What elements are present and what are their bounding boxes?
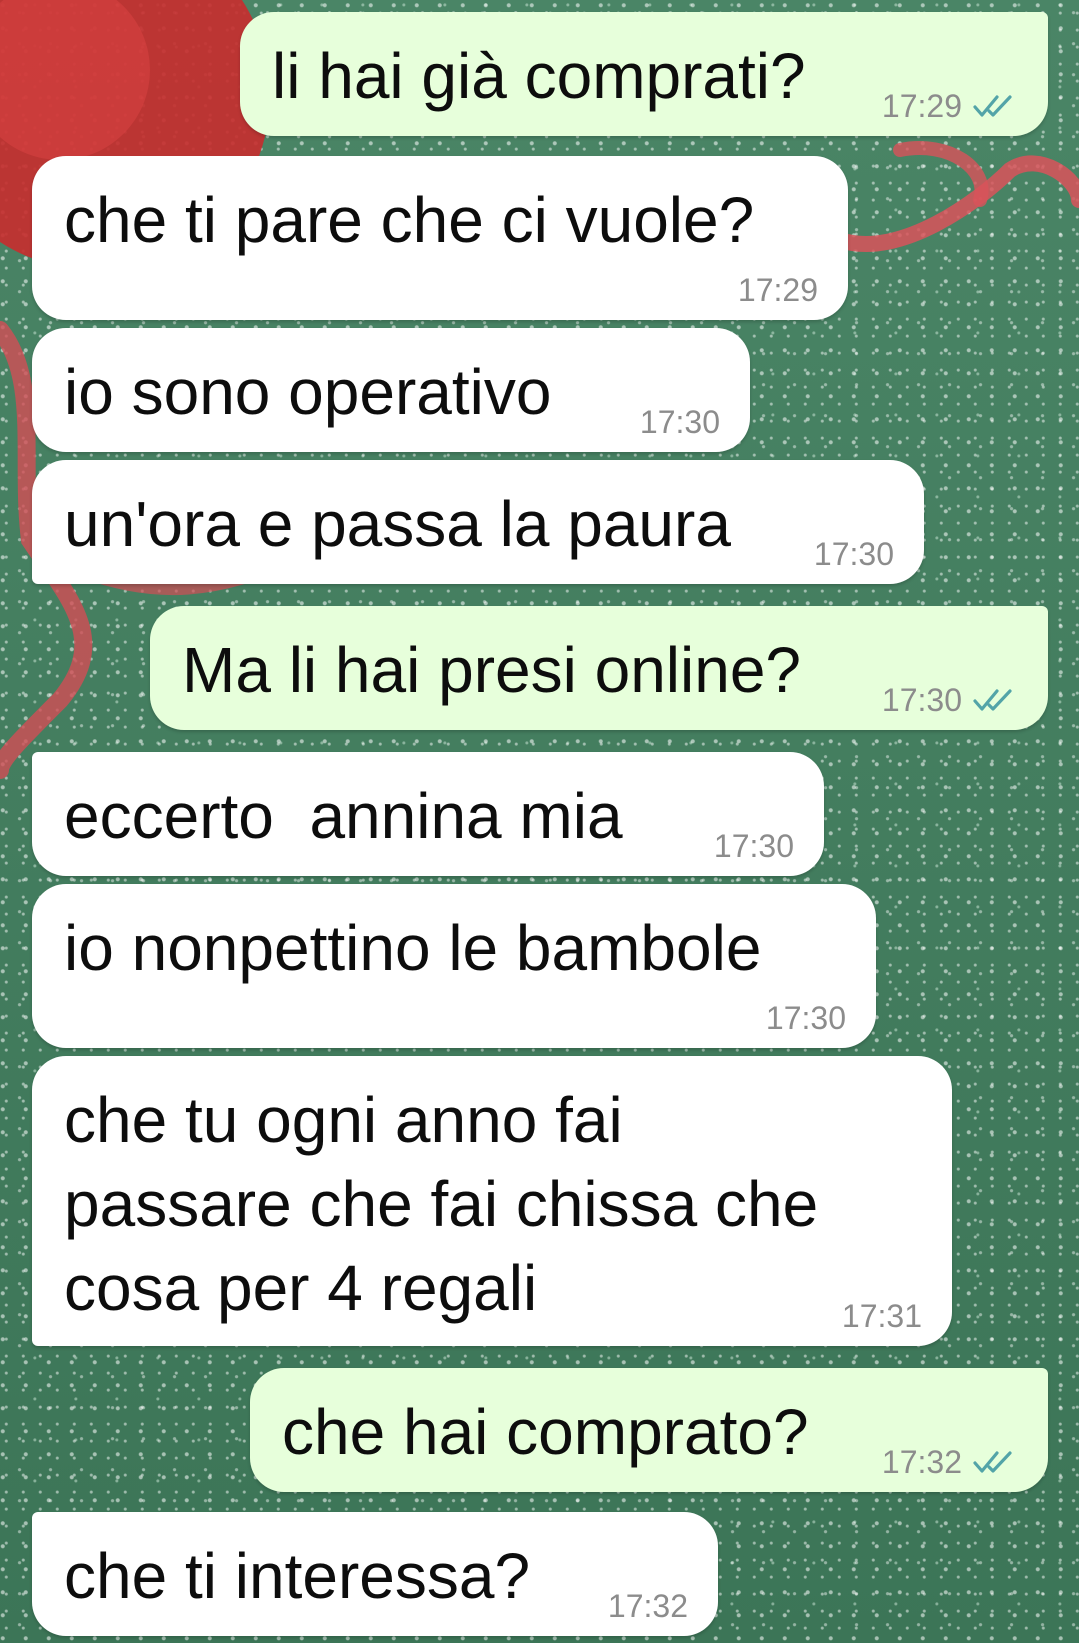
message-time: 17:29 (881, 88, 962, 124)
message-text: che ti pare che ci vuole? (64, 184, 755, 256)
message-bubble-incoming[interactable]: io nonpettino le bambole 17:30 (32, 884, 876, 1048)
message-list[interactable]: li hai già comprati? 17:29 che ti pare c… (0, 0, 1079, 1643)
message-time: 17:32 (607, 1588, 688, 1624)
message-meta: 17:30 (714, 830, 794, 862)
message-time: 17:30 (639, 404, 720, 440)
message-bubble-outgoing[interactable]: Ma li hai presi online? 17:30 (150, 606, 1048, 730)
double-check-icon (973, 689, 1012, 711)
message-meta: 17:32 (608, 1590, 688, 1622)
message-time: 17:30 (765, 1000, 846, 1036)
message-meta: 17:30 (640, 406, 720, 438)
message-bubble-incoming[interactable]: un'ora e passa la paura 17:30 (32, 460, 924, 584)
message-meta: 17:29 (738, 274, 818, 306)
message-time: 17:29 (737, 272, 818, 308)
message-bubble-incoming[interactable]: che ti pare che ci vuole? 17:29 (32, 156, 848, 320)
message-bubble-incoming[interactable]: io sono operativo 17:30 (32, 328, 750, 452)
message-bubble-outgoing[interactable]: che hai comprato? 17:32 (250, 1368, 1048, 1492)
message-meta: 17:31 (842, 1300, 922, 1332)
double-check-icon (973, 1451, 1012, 1473)
message-time: 17:30 (881, 682, 962, 718)
message-bubble-incoming[interactable]: che ti interessa? 17:32 (32, 1512, 718, 1636)
message-bubble-outgoing[interactable]: li hai già comprati? 17:29 (240, 12, 1048, 136)
message-text: io nonpettino le bambole (64, 912, 762, 984)
message-time: 17:30 (813, 536, 894, 572)
message-bubble-incoming[interactable]: eccerto annina mia 17:30 (32, 752, 824, 876)
message-meta: 17:30 (766, 1002, 846, 1034)
message-meta: 17:29 (882, 90, 1018, 122)
message-text: che tu ogni anno fai passare che fai chi… (64, 1084, 819, 1324)
message-text: eccerto annina mia (64, 780, 623, 852)
message-meta: 17:30 (814, 538, 894, 570)
message-meta: 17:32 (882, 1446, 1018, 1478)
message-meta: 17:30 (882, 684, 1018, 716)
message-time: 17:32 (881, 1444, 962, 1480)
message-text: che ti interessa? (64, 1540, 531, 1612)
message-text: io sono operativo (64, 356, 552, 428)
message-text: un'ora e passa la paura (64, 488, 731, 560)
message-time: 17:31 (841, 1298, 922, 1334)
message-bubble-incoming[interactable]: che tu ogni anno fai passare che fai chi… (32, 1056, 952, 1346)
double-check-icon (973, 95, 1012, 117)
message-time: 17:30 (713, 828, 794, 864)
